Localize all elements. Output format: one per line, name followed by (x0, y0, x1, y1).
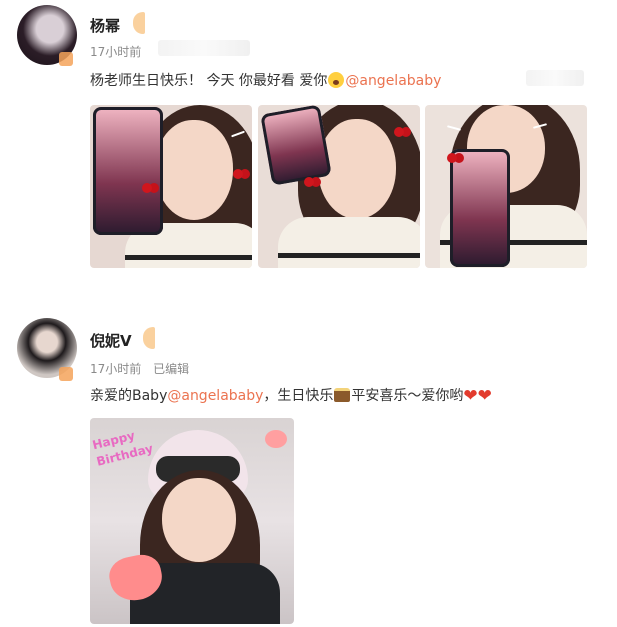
sticker-text: Happy Birthday (91, 428, 155, 469)
heart-icon: ❤ (463, 386, 478, 406)
post-2: 倪妮V 17小时前 已编辑 亲爱的Baby@angelababy，生日快乐 平安喜… (0, 300, 617, 627)
blurred-source (158, 40, 250, 56)
edited-label[interactable]: 已编辑 (153, 362, 189, 376)
post-image[interactable]: Happy Birthday (90, 418, 294, 624)
username[interactable]: 杨幂 (90, 15, 120, 36)
post-1: 杨幂 17小时前 杨老师生日快乐！ 今天 你最好看 爱你 @angelababy (0, 0, 617, 300)
post-image-2[interactable] (258, 105, 420, 268)
member-icon (133, 12, 145, 34)
post-time[interactable]: 17小时前 (90, 45, 141, 59)
post-text: 亲爱的Baby@angelababy，生日快乐 平安喜乐～爱你哟❤❤ (90, 386, 492, 406)
post-time[interactable]: 17小时前 (90, 362, 141, 376)
verified-badge-icon (59, 367, 73, 381)
post-image-1[interactable] (90, 105, 252, 268)
member-icon (143, 327, 155, 349)
blurred-text (526, 70, 584, 86)
cake-icon (334, 388, 351, 402)
heart-icon: ❤ (477, 386, 492, 406)
mention-link[interactable]: @angelababy (167, 388, 263, 404)
post-text: 杨老师生日快乐！ 今天 你最好看 爱你 @angelababy (90, 72, 442, 89)
scream-emoji-icon (328, 72, 345, 88)
username[interactable]: 倪妮V (90, 330, 132, 351)
mention-link[interactable]: @angelababy (345, 73, 441, 89)
post-image-3[interactable] (425, 105, 587, 268)
post-meta: 17小时前 (90, 43, 149, 60)
post-meta: 17小时前 已编辑 (90, 360, 197, 377)
verified-badge-icon (59, 52, 73, 66)
